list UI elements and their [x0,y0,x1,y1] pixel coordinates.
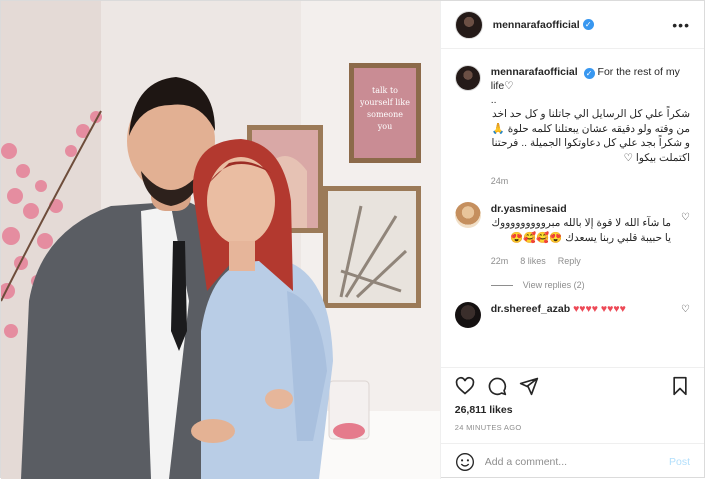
comment: dr.shereef_azab ♥♥♥♥ ♥♥♥♥ ♡ [454,302,690,328]
caption: mennarafaofficial ✓ For the rest of my l… [454,65,690,188]
photo-illustration: talk to yourself like someone you [1,1,440,479]
emoji-icon[interactable] [455,452,475,472]
caption-username[interactable]: mennarafaofficial [491,66,578,78]
bookmark-icon[interactable] [670,376,690,396]
comment-username[interactable]: dr.yasminesaid [491,203,567,215]
caption-time: 24m [490,176,509,186]
comment-text: ♥♥♥♥ ♥♥♥♥ [573,303,626,315]
comment-username[interactable]: dr.shereef_azab [491,303,570,315]
more-options-icon[interactable]: ••• [672,17,690,33]
comment-time: 22m [490,256,509,266]
reply-button[interactable]: Reply [558,254,581,268]
comment-likes[interactable]: 8 likes [520,254,546,268]
post-timestamp: 24 MINUTES AGO [454,423,522,432]
comment-input[interactable] [484,455,659,468]
commenter-avatar[interactable] [454,202,481,228]
like-comment-heart-icon[interactable]: ♡ [681,304,690,315]
woman-face [207,157,275,245]
author-username[interactable]: mennarafaofficial [493,19,580,31]
caption-dots: .. [490,94,497,106]
comment-text: ما شآء الله لا قوة إلا بالله مبروووووووو… [491,217,672,244]
post-actions: 26,811 likes 24 MINUTES AGO [440,367,704,443]
caption-avatar[interactable] [454,65,481,91]
view-replies-button[interactable]: View replies (2) [490,280,690,290]
like-count[interactable]: 26,811 likes [455,404,690,416]
verified-badge-icon: ✓ [583,68,595,79]
comment: dr.yasminesaid ما شآء الله لا قوة إلا با… [454,202,690,268]
heart-icon[interactable] [455,376,475,396]
comment-composer: Post [440,443,704,479]
comments-list[interactable]: mennarafaofficial ✓ For the rest of my l… [441,49,704,367]
post-modal: talk to yourself like someone you mennar… [0,0,705,479]
caption-arabic: شكراً علي كل الرسايل الي جاتلنا و كل حد … [491,108,690,164]
post-photo[interactable]: talk to yourself like someone you [1,1,440,479]
like-comment-heart-icon[interactable]: ♡ [681,212,690,223]
commenter-avatar[interactable] [454,302,481,328]
author-avatar[interactable] [454,10,483,39]
post-header: mennarafaofficial ✓ ••• [440,1,704,49]
svg-text:someone: someone [367,110,403,119]
poster-text: talk to [372,86,398,95]
replies-divider [490,284,513,286]
post-sidebar: mennarafaofficial ✓ ••• mennarafaofficia… [439,1,704,479]
post-comment-button[interactable]: Post [669,456,690,468]
svg-text:you: you [377,122,393,131]
comment-icon[interactable] [487,376,507,396]
verified-badge-icon: ✓ [582,19,594,30]
view-replies-label[interactable]: View replies (2) [523,280,585,290]
share-icon[interactable] [519,376,539,396]
svg-text:yourself like: yourself like [359,98,410,107]
